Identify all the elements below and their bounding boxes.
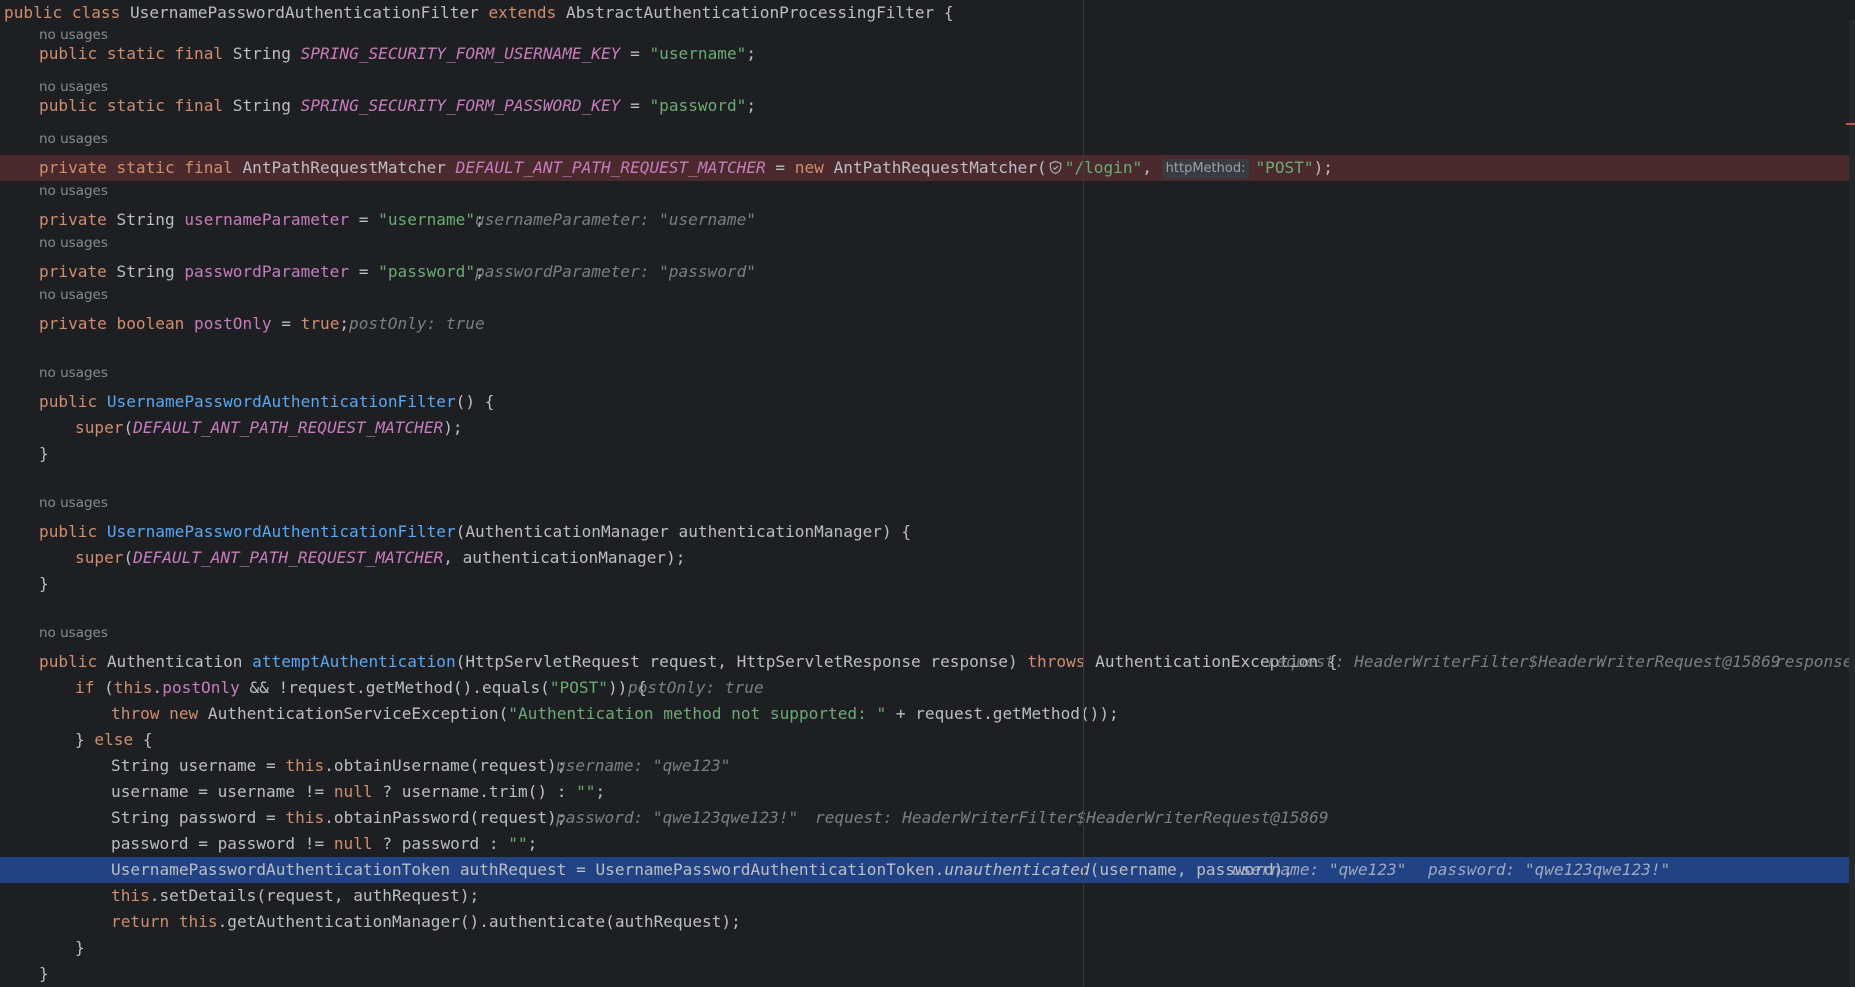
code-line[interactable]: private boolean postOnly = true; postOnl… (0, 311, 1855, 337)
code-editor[interactable]: public class UsernamePasswordAuthenticat… (0, 0, 1855, 987)
usages-hint[interactable]: no usages (0, 618, 1855, 644)
usages-hint[interactable]: no usages (0, 280, 1855, 306)
code-line[interactable]: } (0, 571, 1855, 597)
scrollbar-track[interactable] (1849, 20, 1855, 987)
code-line[interactable]: super(DEFAULT_ANT_PATH_REQUEST_MATCHER); (0, 415, 1855, 441)
debug-inlay-value: username: "qwe123" (1232, 860, 1407, 879)
method-name: UsernamePasswordAuthenticationFilter (106, 522, 456, 541)
field-name: usernameParameter (184, 210, 350, 229)
code-line[interactable]: password = password != null ? password :… (0, 831, 1855, 857)
string-literal: "/login" (1064, 158, 1143, 177)
method-name: attemptAuthentication (252, 652, 456, 671)
debug-inlay-value: request: HeaderWriterFilter$HeaderWriter… (1267, 652, 1781, 671)
string-literal: "username" (649, 44, 747, 63)
field-name: passwordParameter (184, 262, 350, 281)
constant-name: DEFAULT_ANT_PATH_REQUEST_MATCHER (455, 158, 766, 177)
string-literal: "password" (649, 96, 747, 115)
code-line[interactable]: username = username != null ? username.t… (0, 779, 1855, 805)
code-line[interactable]: return this.getAuthenticationManager().a… (0, 909, 1855, 935)
code-line[interactable]: public static final String SPRING_SECURI… (0, 41, 1855, 67)
method-name: UsernamePasswordAuthenticationFilter (106, 392, 456, 411)
code-line[interactable]: String password = this.obtainPassword(re… (0, 805, 1855, 831)
field-name: postOnly (194, 314, 272, 333)
code-line[interactable]: } else { (0, 727, 1855, 753)
code-line[interactable]: this.setDetails(request, authRequest); (0, 883, 1855, 909)
debug-inlay-value: password: "qwe123qwe123!" (556, 808, 799, 827)
usages-hint[interactable]: no usages (0, 176, 1855, 202)
code-line[interactable]: throw new AuthenticationServiceException… (0, 701, 1855, 727)
code-line[interactable]: public UsernamePasswordAuthenticationFil… (0, 519, 1855, 545)
debug-inlay-value: password: "qwe123qwe123!" (1428, 860, 1671, 879)
debug-inlay-value: username: "qwe123" (556, 756, 731, 775)
shield-check-icon[interactable] (1048, 160, 1063, 175)
code-line[interactable]: } (0, 441, 1855, 467)
usages-hint[interactable]: no usages (0, 228, 1855, 254)
debug-inlay-value: request: HeaderWriterFilter$HeaderWriter… (815, 808, 1329, 827)
debug-inlay-value: postOnly: true (628, 678, 764, 697)
code-line[interactable]: public Authentication attemptAuthenticat… (0, 649, 1855, 675)
debug-inlay-value: postOnly: true (349, 314, 485, 333)
usages-hint[interactable]: no usages (0, 358, 1855, 384)
execution-point-line[interactable]: UsernamePasswordAuthenticationToken auth… (0, 857, 1855, 883)
usages-hint[interactable]: no usages (0, 124, 1855, 150)
code-line[interactable]: } (0, 961, 1855, 987)
code-line[interactable]: } (0, 935, 1855, 961)
constant-name: SPRING_SECURITY_FORM_USERNAME_KEY (300, 44, 621, 63)
usages-hint[interactable]: no usages (0, 488, 1855, 514)
code-line[interactable]: if (this.postOnly && !request.getMethod(… (0, 675, 1855, 701)
code-line[interactable]: public static final String SPRING_SECURI… (0, 93, 1855, 119)
constant-name: SPRING_SECURITY_FORM_PASSWORD_KEY (300, 96, 621, 115)
code-line[interactable]: String username = this.obtainUsername(re… (0, 753, 1855, 779)
error-stripe-marker[interactable] (1846, 123, 1855, 125)
debug-inlay-value: response: (1775, 652, 1855, 671)
code-line[interactable]: super(DEFAULT_ANT_PATH_REQUEST_MATCHER, … (0, 545, 1855, 571)
right-margin-guide (1083, 0, 1084, 987)
code-line[interactable]: public UsernamePasswordAuthenticationFil… (0, 389, 1855, 415)
method-call: unauthenticated (944, 860, 1090, 879)
string-literal: "POST" (1255, 158, 1314, 177)
